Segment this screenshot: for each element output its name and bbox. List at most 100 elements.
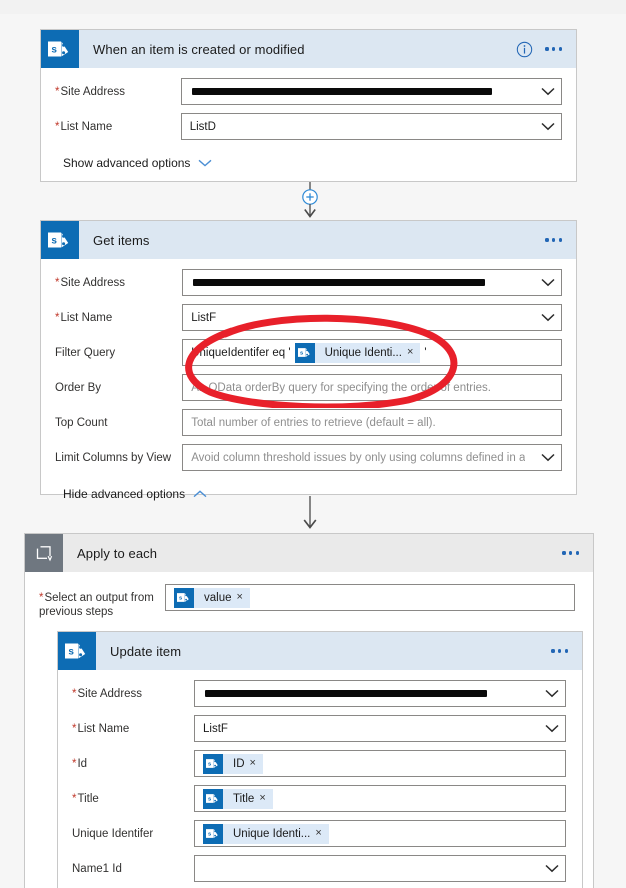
advanced-toggle-label: Hide advanced options: [63, 487, 186, 501]
card-body-apply-to-each: *Select an output from previous steps s: [25, 572, 593, 888]
field-label: *List Name: [55, 312, 113, 324]
token-chip-title[interactable]: s Title ×: [203, 788, 273, 809]
order-by-placeholder: An OData orderBy query for specifying th…: [191, 381, 492, 394]
chevron-down-icon[interactable]: [535, 453, 555, 462]
card-get-items[interactable]: s Get items *Site Address *List Name Lis…: [40, 220, 577, 501]
connector-2: [290, 496, 330, 530]
token-chip-value[interactable]: s value ×: [174, 587, 250, 608]
title-field[interactable]: s Title ×: [194, 785, 566, 812]
svg-text:s: s: [179, 596, 182, 602]
sharepoint-icon: s: [203, 753, 223, 774]
close-icon[interactable]: ×: [237, 592, 250, 603]
list-name-dropdown[interactable]: ListF: [182, 304, 562, 331]
site-address-dropdown[interactable]: [194, 680, 566, 707]
close-icon[interactable]: ×: [407, 347, 420, 358]
id-field[interactable]: s ID ×: [194, 750, 566, 777]
sharepoint-icon: s: [203, 788, 223, 809]
list-name-value: ListD: [189, 120, 216, 133]
limit-columns-dropdown[interactable]: Avoid column threshold issues by only us…: [182, 444, 562, 471]
sharepoint-icon: s: [203, 823, 223, 844]
filter-query-field[interactable]: UniqueIdentifer eq ' s Unique Identi... …: [182, 339, 562, 366]
chevron-down-icon[interactable]: [535, 278, 555, 287]
field-row-list-name: *List Name ListF: [55, 304, 562, 331]
card-header-get-items[interactable]: s Get items: [41, 221, 576, 259]
field-row-order-by: Order By An OData orderBy query for spec…: [55, 374, 562, 401]
field-label: Filter Query: [55, 347, 116, 359]
ellipsis-icon[interactable]: [545, 47, 562, 51]
card-title-get-items: Get items: [93, 232, 150, 248]
close-icon[interactable]: ×: [315, 828, 328, 839]
top-count-placeholder: Total number of entries to retrieve (def…: [191, 416, 436, 429]
card-header-apply-to-each[interactable]: Apply to each: [25, 534, 593, 572]
chevron-down-icon[interactable]: [535, 313, 555, 322]
card-header-update-item[interactable]: s Update item: [58, 632, 582, 670]
ellipsis-icon[interactable]: [562, 551, 579, 555]
chevron-up-icon: [193, 490, 207, 498]
unique-identifer-field[interactable]: s Unique Identi... ×: [194, 820, 566, 847]
field-row-name1-id: Name1 Id: [72, 855, 568, 882]
card-header-trigger[interactable]: s When an item is created or modified: [41, 30, 576, 68]
redacted-value: [205, 690, 487, 697]
chevron-down-icon[interactable]: [535, 87, 555, 96]
card-body-update-item: *Site Address *List Name ListF *Id s ID …: [58, 670, 582, 888]
token-chip-label: Title: [233, 792, 255, 805]
card-trigger[interactable]: s When an item is created or modified *S…: [40, 29, 577, 182]
top-count-input[interactable]: Total number of entries to retrieve (def…: [182, 409, 562, 436]
field-row-site-address: *Site Address: [72, 680, 568, 707]
token-chip-unique-identifier[interactable]: s Unique Identi... ×: [203, 823, 329, 844]
token-chip-label: Unique Identi...: [324, 346, 402, 359]
redacted-value: [191, 88, 492, 95]
list-name-dropdown[interactable]: ListF: [194, 715, 566, 742]
field-label: Name1 Id: [72, 863, 122, 875]
select-output-field[interactable]: s value ×: [165, 584, 575, 611]
info-icon[interactable]: [516, 41, 533, 58]
token-chip-label: Unique Identi...: [233, 827, 311, 840]
order-by-input[interactable]: An OData orderBy query for specifying th…: [182, 374, 562, 401]
field-row-limit-columns: Limit Columns by View Avoid column thres…: [55, 444, 562, 471]
field-label: *Title: [72, 793, 99, 805]
top-strip: [0, 0, 626, 14]
svg-text:s: s: [208, 832, 211, 838]
token-chip-id[interactable]: s ID ×: [203, 753, 263, 774]
field-label: *Id: [72, 758, 88, 770]
ellipsis-icon[interactable]: [545, 238, 562, 242]
flow-designer-canvas: s When an item is created or modified *S…: [0, 0, 626, 888]
sharepoint-icon: s: [41, 221, 79, 259]
card-body-trigger: *Site Address *List Name ListD Show adva…: [41, 68, 576, 184]
required-marker: *: [39, 592, 44, 604]
required-marker: *: [72, 758, 77, 770]
field-row-site-address: *Site Address: [55, 78, 562, 105]
field-label: Limit Columns by View: [55, 452, 172, 464]
site-address-dropdown[interactable]: [182, 269, 562, 296]
card-title-trigger: When an item is created or modified: [93, 41, 305, 57]
field-row-filter-query: Filter Query UniqueIdentifer eq ' s Uniq…: [55, 339, 562, 366]
close-icon[interactable]: ×: [250, 758, 263, 769]
field-row-list-name: *List Name ListF: [72, 715, 568, 742]
site-address-dropdown[interactable]: [180, 78, 562, 105]
chevron-down-icon[interactable]: [539, 864, 559, 873]
name1-id-dropdown[interactable]: [194, 855, 566, 882]
card-body-get-items: *Site Address *List Name ListF Filter Qu…: [41, 259, 576, 515]
card-apply-to-each[interactable]: Apply to each *Select an output from pre…: [24, 533, 594, 888]
close-icon[interactable]: ×: [259, 793, 272, 804]
token-chip-unique-identifier[interactable]: s Unique Identi... ×: [294, 342, 421, 363]
show-advanced-options-toggle[interactable]: Show advanced options: [55, 148, 562, 174]
field-label: *List Name: [72, 723, 130, 735]
ellipsis-icon[interactable]: [551, 649, 568, 653]
svg-text:s: s: [208, 762, 211, 768]
required-marker: *: [72, 793, 77, 805]
chevron-down-icon[interactable]: [539, 689, 559, 698]
chevron-down-icon[interactable]: [535, 122, 555, 131]
svg-text:s: s: [208, 797, 211, 803]
list-name-dropdown[interactable]: ListD: [180, 113, 562, 140]
loop-icon: [25, 534, 63, 572]
connector-1[interactable]: [290, 182, 330, 219]
card-update-item[interactable]: s Update item *Site Address *List Name L…: [57, 631, 583, 888]
chevron-down-icon[interactable]: [539, 724, 559, 733]
sharepoint-icon: s: [41, 30, 79, 68]
field-row-site-address: *Site Address: [55, 269, 562, 296]
required-marker: *: [72, 688, 77, 700]
token-chip-label: ID: [233, 757, 245, 770]
svg-text:s: s: [51, 236, 57, 247]
filter-query-prefix: UniqueIdentifer eq ': [191, 346, 291, 359]
